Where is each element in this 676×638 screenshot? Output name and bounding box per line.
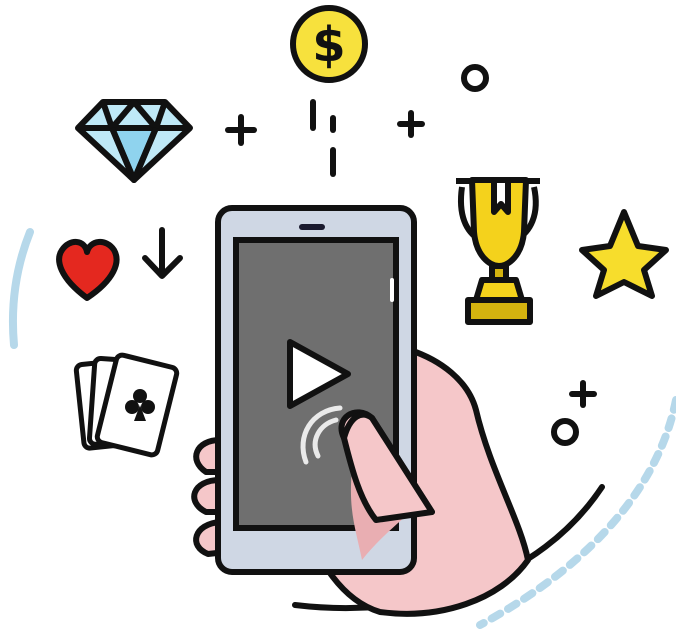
plus-mark-right: [397, 110, 425, 138]
playing-cards-icon: [73, 352, 180, 458]
coin-symbol: $: [312, 17, 345, 73]
diamond-icon: [75, 99, 193, 183]
plus-mark-left: [225, 114, 257, 146]
illustration-canvas: $: [8, 5, 676, 629]
mobile-gaming-illustration: $: [0, 0, 676, 638]
ring-mark-top: [461, 64, 489, 92]
coin-motion-lines: [310, 99, 336, 177]
star-icon: [579, 209, 669, 299]
down-arrow-icon: [142, 227, 183, 279]
dollar-coin-icon: $: [290, 5, 368, 83]
trophy-icon: [456, 177, 540, 325]
phone-speaker: [299, 224, 325, 230]
left-arc: [8, 228, 34, 349]
heart-icon: [56, 239, 120, 301]
ring-mark-bottom: [551, 418, 579, 446]
plus-mark-bottom: [569, 380, 597, 408]
